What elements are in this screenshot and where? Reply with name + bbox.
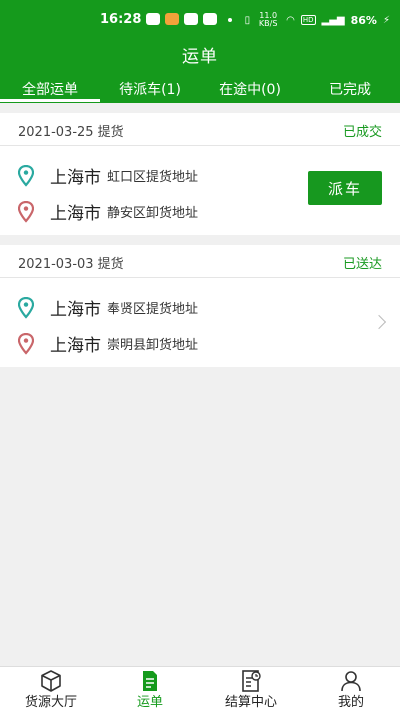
pickup-address-row: 上海市 奉贤区提货地址 bbox=[18, 295, 198, 320]
dropoff-location-pin-icon bbox=[18, 200, 34, 223]
nav-label: 运单 bbox=[136, 695, 163, 710]
order-card[interactable]: 2021-03-03 提货 已送达 上海市 奉贤区提货地址 上海市 崇明县卸货地… bbox=[0, 245, 400, 367]
more-notifications-icon bbox=[228, 18, 232, 22]
pickup-address: 奉贤区提货地址 bbox=[107, 302, 199, 317]
box-icon bbox=[41, 670, 61, 692]
dispatch-button[interactable]: 派车 bbox=[308, 171, 382, 205]
nav-item-orders[interactable]: 运单 bbox=[125, 667, 175, 711]
mail-icon bbox=[203, 13, 217, 25]
document-icon bbox=[143, 671, 157, 691]
pickup-date: 2021-03-25 提货 bbox=[18, 125, 124, 140]
nav-label: 我的 bbox=[337, 695, 364, 710]
nav-label: 货源大厅 bbox=[24, 695, 77, 710]
dropoff-location-pin-icon bbox=[18, 332, 34, 355]
dropoff-address: 崇明县卸货地址 bbox=[107, 338, 199, 353]
nav-label: 结算中心 bbox=[224, 695, 277, 710]
order-status: 已送达 bbox=[342, 257, 382, 272]
dropoff-address-row: 上海市 崇明县卸货地址 bbox=[18, 331, 198, 356]
status-bar: 16:28 ▯ 11.0 KB/S ◠ HD ▂▄▆ 86% ⚡ bbox=[0, 10, 400, 30]
hd-icon: HD bbox=[300, 15, 316, 25]
pickup-city: 上海市 bbox=[50, 300, 101, 320]
network-speed: 11.0 KB/S bbox=[258, 11, 278, 28]
nav-item-mine[interactable]: 我的 bbox=[326, 667, 376, 711]
pickup-location-pin-icon bbox=[18, 164, 34, 187]
app-notification-icon bbox=[165, 13, 179, 25]
dropoff-address-row: 上海市 静安区卸货地址 bbox=[18, 199, 198, 224]
system-icons: ▯ 11.0 KB/S ◠ HD ▂▄▆ 86% ⚡ bbox=[245, 12, 390, 28]
nav-item-cargo-hall[interactable]: 货源大厅 bbox=[16, 667, 86, 711]
message-icon bbox=[146, 13, 160, 25]
order-card-header: 2021-03-25 提货 已成交 bbox=[0, 113, 400, 146]
pickup-address-row: 上海市 虹口区提货地址 bbox=[18, 163, 198, 188]
person-icon bbox=[341, 671, 361, 692]
vibrate-icon: ▯ bbox=[244, 14, 251, 26]
dropoff-address: 静安区卸货地址 bbox=[107, 206, 199, 221]
tab-in-transit[interactable]: 在途中(0) bbox=[200, 78, 300, 102]
notification-icons bbox=[146, 13, 217, 25]
battery-level: 86% bbox=[350, 13, 377, 27]
pickup-address: 虹口区提货地址 bbox=[107, 170, 199, 185]
tab-all-orders[interactable]: 全部运单 bbox=[0, 78, 100, 102]
dropoff-city: 上海市 bbox=[50, 336, 101, 356]
order-status: 已成交 bbox=[342, 125, 382, 140]
pickup-date: 2021-03-03 提货 bbox=[18, 257, 124, 272]
order-card[interactable]: 2021-03-25 提货 已成交 上海市 虹口区提货地址 上海市 静安区卸货地… bbox=[0, 113, 400, 235]
bottom-nav: 货源大厅 运单 结算中心 我的 bbox=[0, 666, 400, 711]
wifi-icon: ◠ bbox=[286, 14, 295, 26]
pickup-city: 上海市 bbox=[50, 168, 101, 188]
dropoff-city: 上海市 bbox=[50, 204, 101, 224]
settlement-icon bbox=[242, 670, 261, 692]
tab-completed[interactable]: 已完成 bbox=[300, 78, 400, 102]
page-title: 运单 bbox=[182, 47, 218, 67]
app-header: 16:28 ▯ 11.0 KB/S ◠ HD ▂▄▆ 86% ⚡ 运单 全部运单… bbox=[0, 0, 400, 103]
tab-pending-dispatch[interactable]: 待派车(1) bbox=[100, 78, 200, 102]
status-time: 16:28 bbox=[100, 12, 142, 27]
order-card-header: 2021-03-03 提货 已送达 bbox=[0, 245, 400, 278]
charging-icon: ⚡ bbox=[382, 14, 390, 26]
chat-icon bbox=[184, 13, 198, 25]
order-tabs: 全部运单 待派车(1) 在途中(0) 已完成 bbox=[0, 78, 400, 102]
chevron-right-icon[interactable] bbox=[371, 314, 387, 330]
pickup-location-pin-icon bbox=[18, 296, 34, 319]
nav-item-settlement[interactable]: 结算中心 bbox=[214, 667, 288, 711]
signal-icon: ▂▄▆ bbox=[321, 14, 345, 26]
